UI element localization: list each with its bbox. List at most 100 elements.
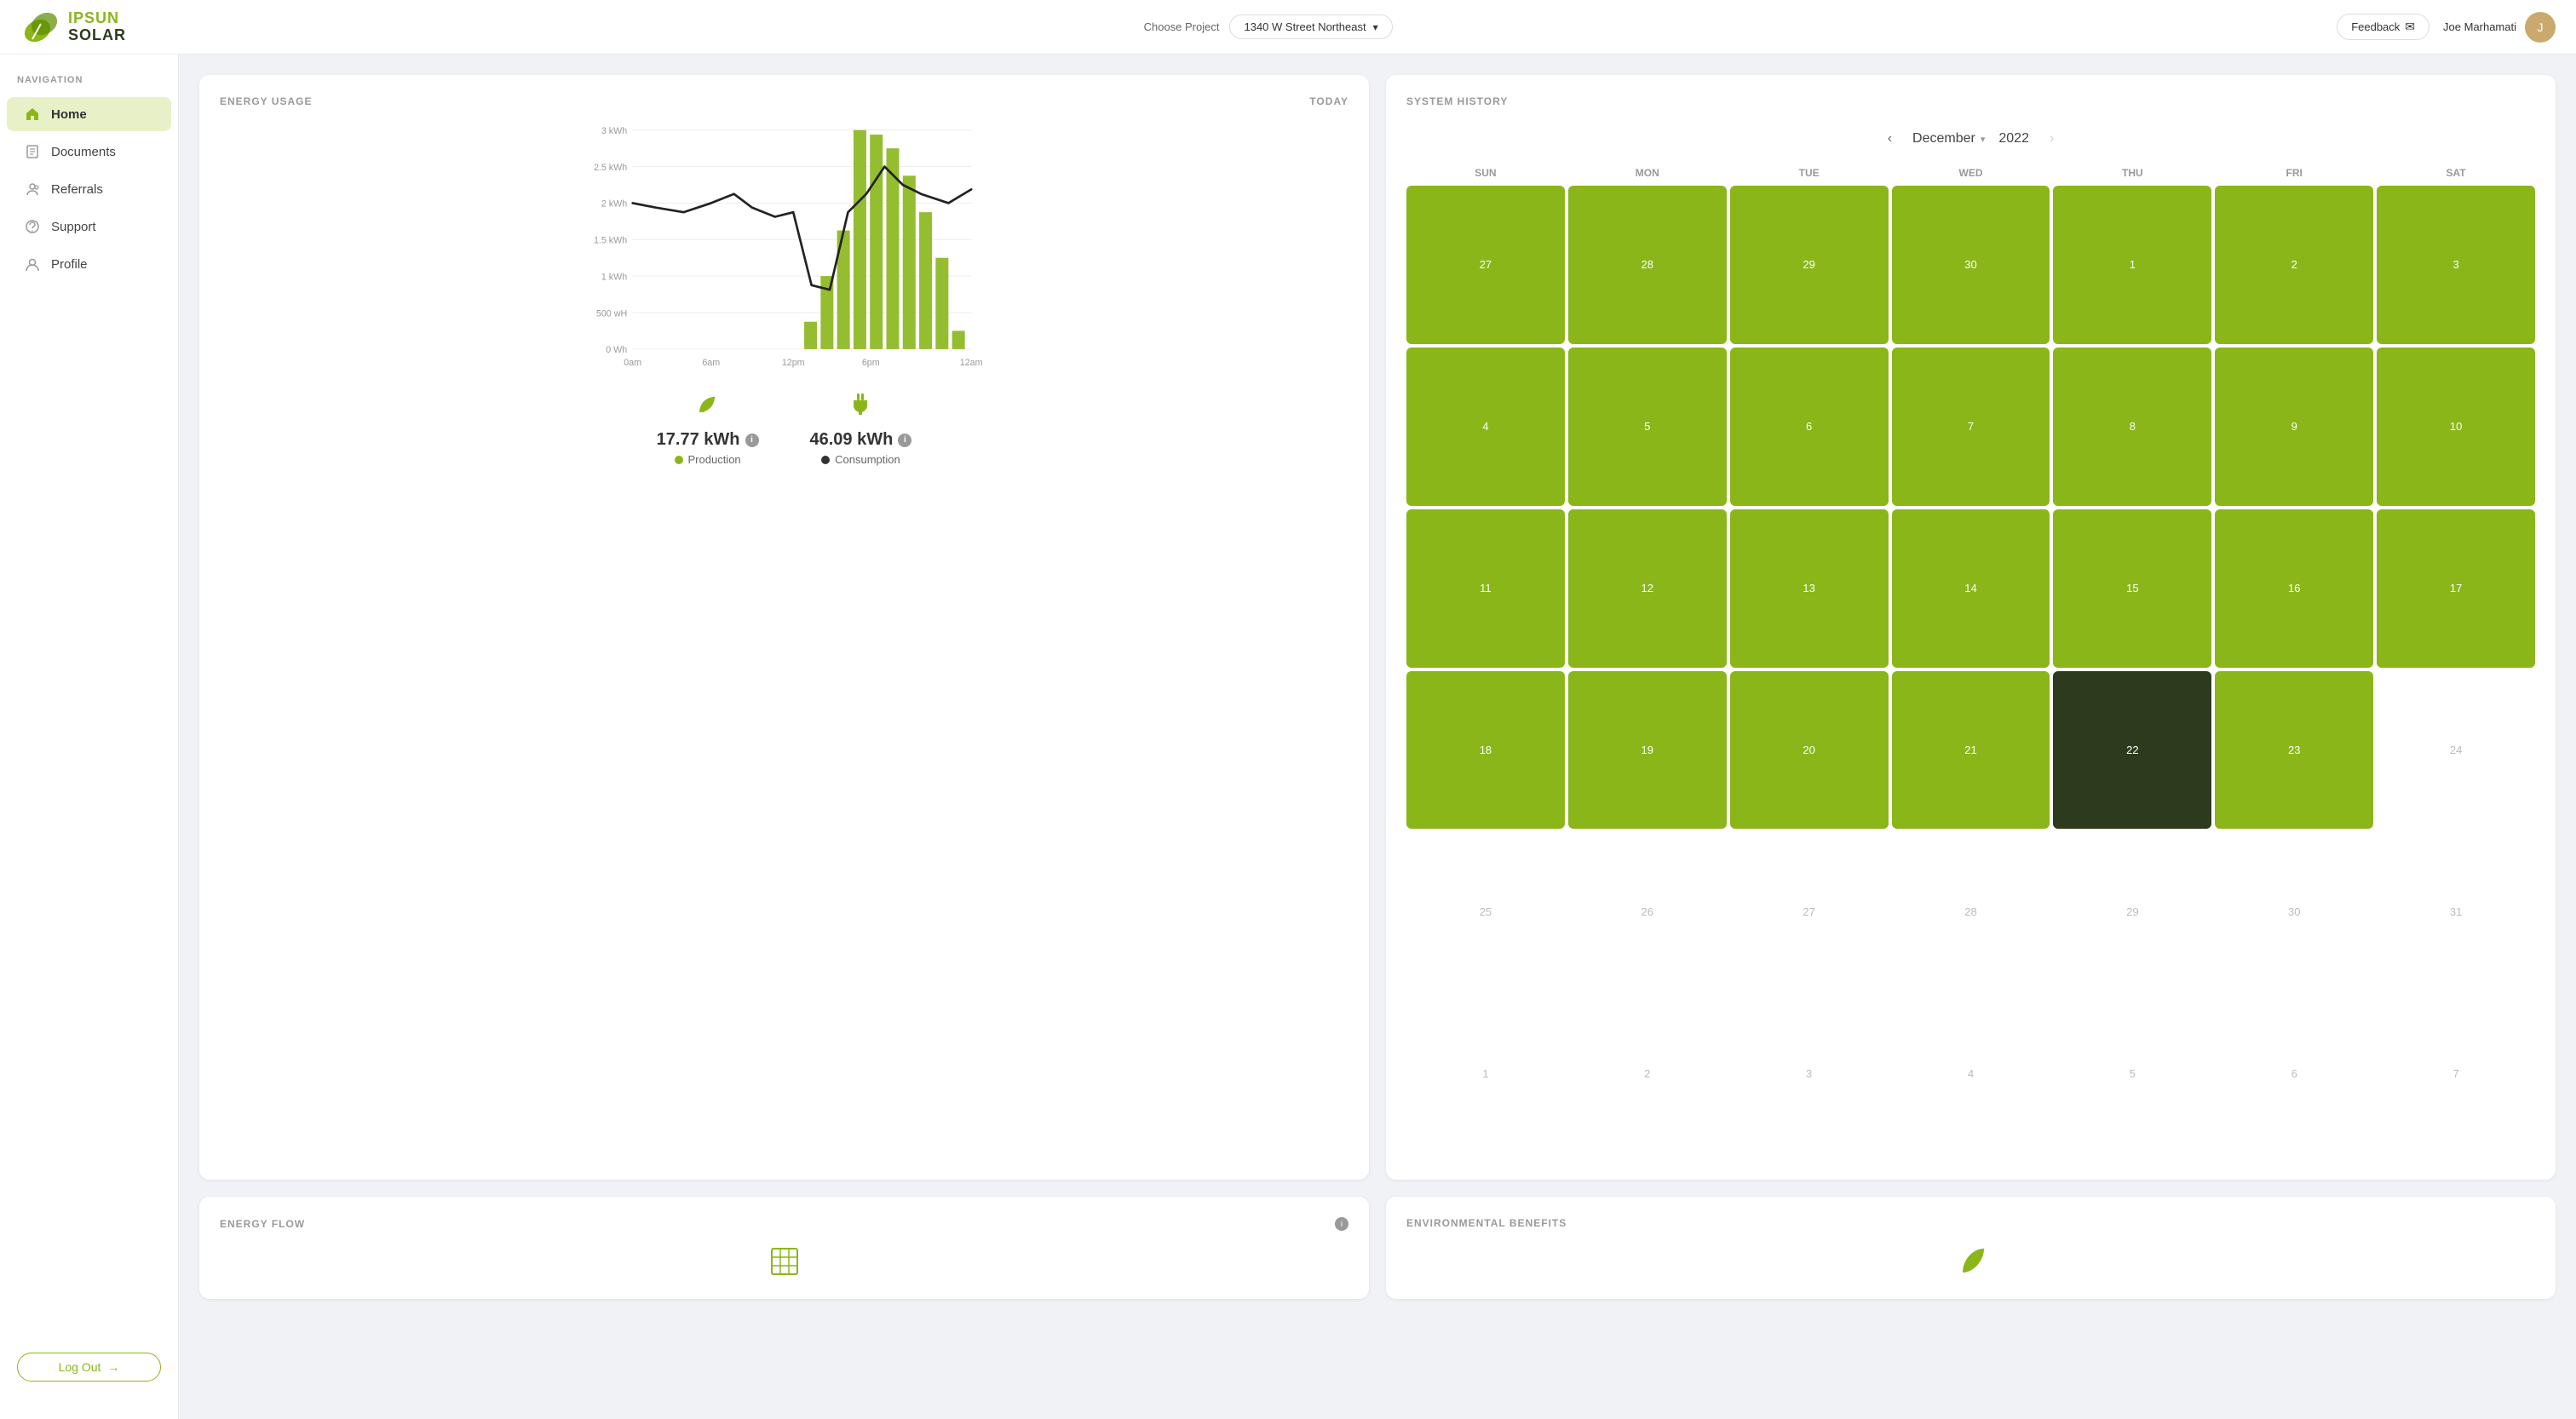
logout-label: Log Out <box>59 1360 101 1374</box>
energy-flow-icons <box>220 1244 1348 1278</box>
sidebar-home-label: Home <box>51 107 87 122</box>
header: IPSUN SOLAR Choose Project 1340 W Street… <box>0 0 2576 55</box>
cal-day[interactable]: 30 <box>1892 186 2050 344</box>
sidebar-item-referrals[interactable]: Referrals <box>7 172 171 206</box>
cal-day[interactable]: 18 <box>1406 671 1565 830</box>
calendar: ‹ December ▾ 2022 › SUN MON TUE WED <box>1406 121 2535 1159</box>
svg-text:1 kWh: 1 kWh <box>601 272 627 282</box>
next-month-button[interactable]: › <box>2043 128 2061 150</box>
referrals-icon <box>24 181 41 198</box>
energy-usage-card: ENERGY USAGE TODAY 3 kWh 2.5 kWh 2 kWh 1… <box>199 75 1369 1180</box>
cal-day[interactable]: 8 <box>2053 348 2211 506</box>
svg-text:3 kWh: 3 kWh <box>601 126 627 136</box>
project-selector[interactable]: 1340 W Street Northeast <box>1229 14 1392 39</box>
sidebar-item-profile[interactable]: Profile <box>7 247 171 281</box>
sidebar: NAVIGATION Home Documents Referrals Supp… <box>0 55 179 1419</box>
cal-day[interactable]: 2 <box>1568 994 1727 1152</box>
sidebar-bottom: Log Out → <box>0 1336 178 1399</box>
month-chevron-icon: ▾ <box>1981 134 1986 145</box>
header-left: IPSUN SOLAR <box>20 7 199 48</box>
cal-day[interactable]: 10 <box>2377 348 2535 506</box>
project-name: 1340 W Street Northeast <box>1244 20 1366 33</box>
sidebar-item-documents[interactable]: Documents <box>7 135 171 169</box>
main-layout: NAVIGATION Home Documents Referrals Supp… <box>0 55 2576 1419</box>
cal-day[interactable]: 1 <box>2053 186 2211 344</box>
sidebar-item-home[interactable]: Home <box>7 97 171 131</box>
cal-day[interactable]: 19 <box>1568 671 1727 830</box>
cal-day[interactable]: 7 <box>1892 348 2050 506</box>
day-header-sat: SAT <box>2377 164 2535 182</box>
cal-day[interactable]: 13 <box>1730 509 1889 668</box>
logout-icon: → <box>107 1360 119 1374</box>
cal-day[interactable]: 6 <box>1730 348 1889 506</box>
cal-day[interactable]: 27 <box>1730 832 1889 991</box>
cal-day[interactable]: 9 <box>2215 348 2373 506</box>
cal-day[interactable]: 5 <box>1568 348 1727 506</box>
cal-day[interactable]: 24 <box>2377 671 2535 830</box>
cal-day[interactable]: 25 <box>1406 832 1565 991</box>
grid-icon <box>768 1244 802 1278</box>
cal-day[interactable]: 12 <box>1568 509 1727 668</box>
consumption-info-icon[interactable]: i <box>898 434 911 447</box>
avatar: J <box>2525 12 2556 43</box>
svg-text:500 wH: 500 wH <box>596 308 627 319</box>
cal-day[interactable]: 31 <box>2377 832 2535 991</box>
chart-svg: 3 kWh 2.5 kWh 2 kWh 1.5 kWh 1 kWh 500 wH… <box>220 121 1348 376</box>
day-header-tue: TUE <box>1730 164 1889 182</box>
cal-day[interactable]: 1 <box>1406 994 1565 1152</box>
cal-day[interactable]: 2 <box>2215 186 2373 344</box>
cal-day[interactable]: 6 <box>2215 994 2373 1152</box>
cal-day[interactable]: 4 <box>1406 348 1565 506</box>
cal-day[interactable]: 26 <box>1568 832 1727 991</box>
day-header-mon: MON <box>1568 164 1727 182</box>
cal-day[interactable]: 14 <box>1892 509 2050 668</box>
svg-text:2 kWh: 2 kWh <box>601 199 627 210</box>
feedback-button[interactable]: Feedback ✉ <box>2337 14 2429 40</box>
sidebar-referrals-label: Referrals <box>51 182 103 197</box>
logo-text: IPSUN SOLAR <box>68 10 126 44</box>
cal-day[interactable]: 16 <box>2215 509 2373 668</box>
cal-day[interactable]: 4 <box>1892 994 2050 1152</box>
content-area: ENERGY USAGE TODAY 3 kWh 2.5 kWh 2 kWh 1… <box>179 55 2576 1419</box>
logo: IPSUN SOLAR <box>20 7 199 48</box>
cal-day[interactable]: 29 <box>1730 186 1889 344</box>
cal-day[interactable]: 11 <box>1406 509 1565 668</box>
energy-flow-info-icon[interactable]: i <box>1335 1217 1348 1231</box>
energy-usage-header: ENERGY USAGE TODAY <box>220 95 1348 107</box>
energy-flow-card: ENERGY FLOW i <box>199 1197 1369 1299</box>
calendar-grid: SUN MON TUE WED THU FRI SAT 27 28 29 30 … <box>1406 164 2535 1152</box>
mail-icon: ✉ <box>2405 20 2415 34</box>
cal-day[interactable]: 27 <box>1406 186 1565 344</box>
cal-day[interactable]: 3 <box>2377 186 2535 344</box>
production-stat: 17.77 kWh i Production <box>657 390 759 466</box>
cal-day-today[interactable]: 22 <box>2053 671 2211 830</box>
energy-flow-title: ENERGY FLOW <box>220 1218 305 1230</box>
cal-day[interactable]: 7 <box>2377 994 2535 1152</box>
cal-day[interactable]: 20 <box>1730 671 1889 830</box>
cal-day[interactable]: 23 <box>2215 671 2373 830</box>
cal-day[interactable]: 29 <box>2053 832 2211 991</box>
production-label: Production <box>675 453 741 466</box>
cal-day[interactable]: 28 <box>1892 832 2050 991</box>
cal-day[interactable]: 30 <box>2215 832 2373 991</box>
cal-day[interactable]: 3 <box>1730 994 1889 1152</box>
plug-icon <box>847 390 874 423</box>
leaf-icon <box>694 390 722 423</box>
logo-icon <box>20 7 61 48</box>
consumption-label: Consumption <box>821 453 900 466</box>
cal-day[interactable]: 21 <box>1892 671 2050 830</box>
cal-day[interactable]: 5 <box>2053 994 2211 1152</box>
sidebar-item-support[interactable]: Support <box>7 210 171 244</box>
feedback-label: Feedback <box>2351 20 2400 33</box>
production-info-icon[interactable]: i <box>745 434 759 447</box>
cal-day[interactable]: 17 <box>2377 509 2535 668</box>
cal-day[interactable]: 28 <box>1568 186 1727 344</box>
profile-icon <box>24 256 41 273</box>
day-header-thu: THU <box>2053 164 2211 182</box>
consumption-value: 46.09 kWh i <box>810 430 912 450</box>
system-history-header: SYSTEM HISTORY <box>1406 95 2535 107</box>
sidebar-profile-label: Profile <box>51 257 88 272</box>
cal-day[interactable]: 15 <box>2053 509 2211 668</box>
prev-month-button[interactable]: ‹ <box>1881 128 1899 150</box>
logout-button[interactable]: Log Out → <box>17 1353 161 1382</box>
